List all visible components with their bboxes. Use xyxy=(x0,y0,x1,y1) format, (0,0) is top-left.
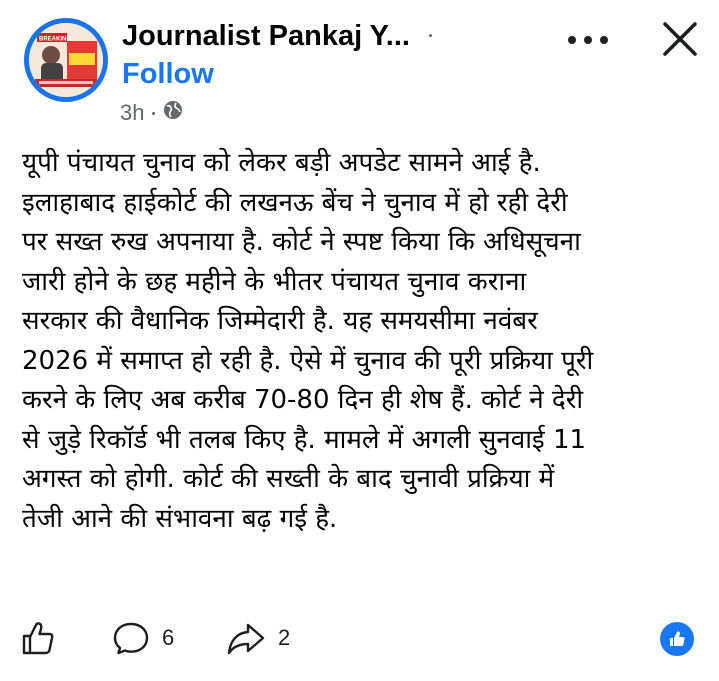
post-meta: 3h xyxy=(120,99,183,127)
post-text-line: अगस्त को होगी. कोर्ट की सख्ती के बाद चुन… xyxy=(22,464,555,494)
post-time[interactable]: 3h xyxy=(120,100,144,126)
comment-button[interactable]: 6 xyxy=(112,620,174,656)
author-avatar[interactable]: BREAKING xyxy=(24,18,108,102)
post-text-line: तेजी आने की संभावना बढ़ गई है. xyxy=(22,503,338,534)
more-icon xyxy=(568,36,608,44)
facebook-post: BREAKING Journalist Pankaj Y... Follow 3… xyxy=(0,0,719,681)
post-text-line: यूपी पंचायत चुनाव को लेकर बड़ी अपडेट साम… xyxy=(22,148,541,178)
comment-count: 6 xyxy=(162,625,175,650)
comment-icon xyxy=(113,622,149,655)
like-reaction-icon[interactable] xyxy=(660,622,694,656)
share-button[interactable]: 2 xyxy=(226,620,290,656)
avatar-badge-text: BREAKING xyxy=(39,37,71,43)
avatar-picture: BREAKING xyxy=(29,23,103,97)
share-icon xyxy=(227,623,265,655)
post-text-line: 2026 में समाप्त हो रही है. ऐसे में चुनाव… xyxy=(22,345,594,376)
thumbs-up-icon xyxy=(22,622,54,655)
separator-dot xyxy=(429,34,432,37)
like-button[interactable] xyxy=(20,620,56,656)
post-text-line: करने के लिए अब करीब 70-80 दिन ही शेष हैं… xyxy=(22,385,584,415)
post-text-line: इलाहाबाद हाईकोर्ट की लखनऊ बेंच ने चुनाव … xyxy=(22,187,568,218)
post-text-line: से जुड़े रिकॉर्ड भी तलब किए है. मामले मे… xyxy=(22,424,587,455)
close-icon xyxy=(663,22,697,56)
avatar-image: BREAKING xyxy=(29,23,103,97)
post-text-line: पर सख्त रुख अपनाया है. कोर्ट ने स्पष्ट क… xyxy=(22,227,581,257)
author-name[interactable]: Journalist Pankaj Y... xyxy=(122,18,410,54)
more-options-button[interactable] xyxy=(560,22,616,58)
meta-separator xyxy=(152,111,156,115)
close-button[interactable] xyxy=(654,16,706,62)
follow-button[interactable]: Follow xyxy=(122,56,214,92)
globe-icon xyxy=(163,100,183,126)
post-body: यूपी पंचायत चुनाव को लेकर बड़ी अपडेट साम… xyxy=(22,144,702,539)
share-count: 2 xyxy=(278,625,291,650)
post-actions: 6 2 xyxy=(0,610,719,668)
post-text-line: सरकार की वैधानिक जिम्मेदारी है. यह समयसी… xyxy=(22,306,538,336)
post-text-line: जारी होने के छह महीने के भीतर पंचायत चुन… xyxy=(22,266,527,297)
